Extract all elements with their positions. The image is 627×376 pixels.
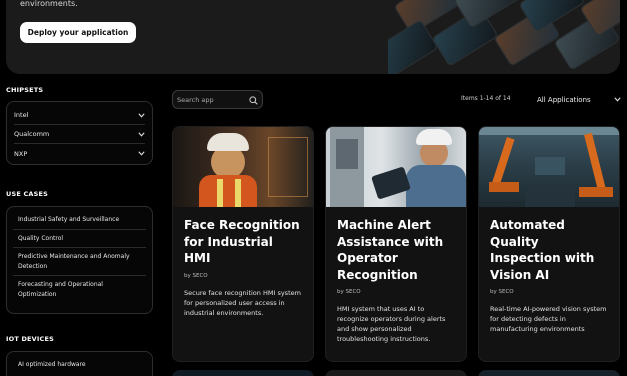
deploy-application-button[interactable]: Deploy your application xyxy=(20,22,136,43)
hero-description: environments. xyxy=(20,0,78,8)
card-description: HMI system that uses AI to recognize ope… xyxy=(337,305,446,343)
app-card-next-row[interactable] xyxy=(325,370,467,376)
chipset-label: NXP xyxy=(14,149,28,158)
card-image xyxy=(173,127,313,207)
app-card-machine-alert[interactable]: Machine Alert Assistance with Operator R… xyxy=(325,126,467,362)
app-card-next-row[interactable] xyxy=(478,370,620,376)
card-description: Secure face recognition HMI system for p… xyxy=(184,288,301,317)
chipset-intel-dropdown[interactable]: Intel xyxy=(14,106,145,125)
card-author: by SECO xyxy=(490,289,514,295)
search-icon[interactable] xyxy=(249,90,258,109)
card-title: Machine Alert Assistance with Operator R… xyxy=(337,218,444,282)
use-cases-heading: USE CASES xyxy=(6,190,49,198)
use-cases-filter-box: Industrial Safety and Surveillance Quali… xyxy=(6,206,153,314)
chevron-down-icon xyxy=(137,150,145,158)
card-image xyxy=(479,127,619,207)
applications-filter-select[interactable]: All Applications xyxy=(537,92,623,107)
chipsets-filter-box: Intel Qualcomm NXP xyxy=(6,101,153,165)
chipset-nxp-dropdown[interactable]: NXP xyxy=(14,144,145,163)
chipsets-heading: CHIPSETS xyxy=(6,86,44,94)
card-title: Automated Quality Inspection with Vision… xyxy=(490,218,595,282)
card-author: by SECO xyxy=(184,272,208,279)
card-title: Face Recognition for Industrial HMI xyxy=(184,218,300,265)
hero-image-collage xyxy=(388,0,620,74)
use-case-item[interactable]: Quality Control xyxy=(13,230,146,248)
chevron-down-icon xyxy=(137,111,145,119)
card-author: by SECO xyxy=(337,289,361,295)
use-case-item[interactable]: Predictive Maintenance and Anomaly Detec… xyxy=(13,248,146,276)
iot-devices-heading: IOT DEVICES xyxy=(6,335,55,343)
use-case-item[interactable]: Industrial Safety and Surveillance xyxy=(13,211,146,230)
hero-banner: environments. Deploy your application xyxy=(6,0,620,74)
iot-device-item[interactable]: AI optimized hardware xyxy=(13,356,146,374)
iot-devices-filter-box: AI optimized hardware xyxy=(6,351,153,376)
filter-selected-value: All Applications xyxy=(537,95,591,104)
chevron-down-icon xyxy=(137,130,145,138)
chipset-qualcomm-dropdown[interactable]: Qualcomm xyxy=(14,125,145,144)
app-card-quality-inspection[interactable]: Automated Quality Inspection with Vision… xyxy=(478,126,620,362)
card-image xyxy=(326,127,466,207)
chipset-label: Intel xyxy=(14,111,29,119)
chipset-label: Qualcomm xyxy=(14,130,50,138)
search-input[interactable] xyxy=(177,95,247,104)
items-count: Items 1-14 of 14 xyxy=(461,95,511,102)
search-box xyxy=(172,90,263,109)
card-description: Real-time AI-powered vision system for d… xyxy=(490,305,607,333)
use-case-item[interactable]: Forecasting and Operational Optimization xyxy=(13,276,146,303)
app-card-next-row[interactable] xyxy=(172,370,314,376)
chevron-down-icon xyxy=(613,96,621,104)
app-card-face-recognition[interactable]: Face Recognition for Industrial HMI by S… xyxy=(172,126,314,362)
